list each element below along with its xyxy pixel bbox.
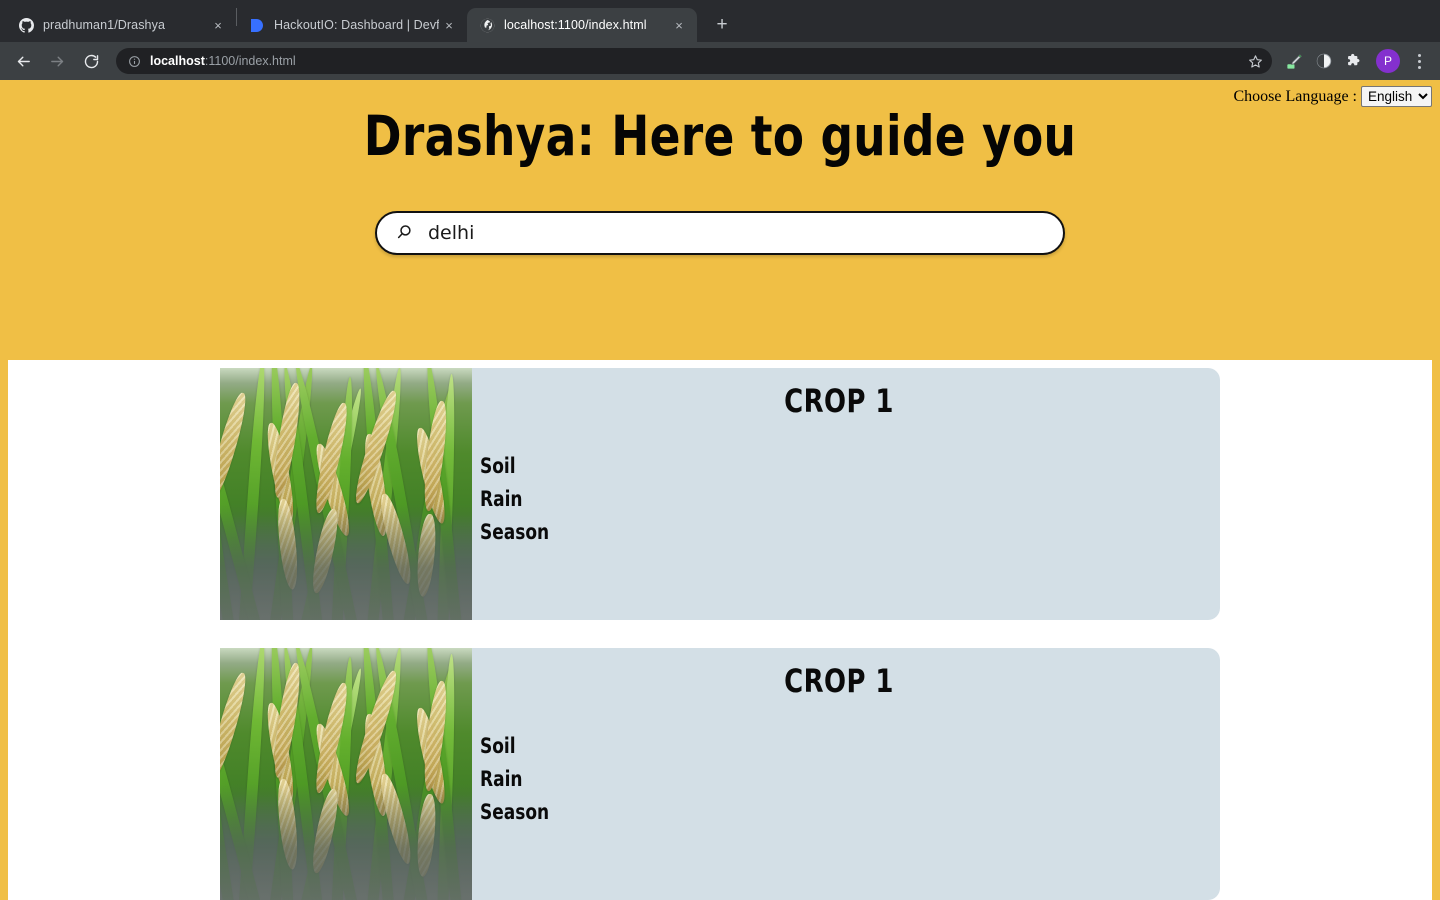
crop-attribute-list: Soil Rain Season xyxy=(478,450,1200,548)
search-icon xyxy=(395,223,414,242)
crop-image xyxy=(220,368,472,620)
crop-attribute-rain: Rain xyxy=(480,766,523,791)
hero-section: Choose Language : English Drashya: Here … xyxy=(0,80,1440,360)
tab-close-button[interactable]: × xyxy=(669,15,689,35)
puzzle-extensions-icon[interactable] xyxy=(1340,47,1368,75)
page-viewport: Choose Language : English Drashya: Here … xyxy=(0,80,1440,900)
crop-details: CROP 1 Soil Rain Season xyxy=(472,648,1220,900)
url-path: :1100/index.html xyxy=(204,54,296,68)
tab-github[interactable]: pradhuman1/Drashya × xyxy=(6,8,236,42)
info-circle-icon[interactable] xyxy=(128,55,141,68)
url-host: localhost xyxy=(150,54,205,68)
forward-button[interactable] xyxy=(42,46,72,76)
crop-details: CROP 1 Soil Rain Season xyxy=(472,368,1220,620)
search-input[interactable] xyxy=(428,221,1045,244)
tab-hackout[interactable]: HackoutIO: Dashboard | Devfol × xyxy=(237,8,467,42)
page-title: Drashya: Here to guide you xyxy=(363,104,1077,168)
address-bar-url: localhost:1100/index.html xyxy=(150,54,296,68)
reload-button[interactable] xyxy=(76,46,106,76)
crop-attribute-rain: Rain xyxy=(480,486,523,511)
crop-card[interactable]: CROP 1 Soil Rain Season xyxy=(220,368,1220,620)
crop-title: CROP 1 xyxy=(784,662,894,700)
paddy-rice-field-illustration xyxy=(220,648,472,900)
back-button[interactable] xyxy=(8,46,38,76)
tab-close-button[interactable]: × xyxy=(439,15,459,35)
bookmark-star-icon[interactable] xyxy=(1244,50,1266,72)
address-bar[interactable]: localhost:1100/index.html xyxy=(116,48,1272,74)
new-tab-button[interactable]: + xyxy=(705,10,739,40)
three-dot-menu-icon[interactable] xyxy=(1408,47,1430,75)
profile-avatar[interactable]: P xyxy=(1376,49,1400,73)
tab-title: pradhuman1/Drashya xyxy=(43,18,166,32)
crop-attribute-list: Soil Rain Season xyxy=(478,730,1200,828)
browser-toolbar: localhost:1100/index.html P xyxy=(0,42,1440,80)
extension-icons: P xyxy=(1280,47,1430,75)
browser-window: pradhuman1/Drashya × HackoutIO: Dashboar… xyxy=(0,0,1440,900)
globe-icon xyxy=(479,17,495,33)
tab-strip: pradhuman1/Drashya × HackoutIO: Dashboar… xyxy=(0,0,1440,42)
crop-image xyxy=(220,648,472,900)
results-section: CROP 1 Soil Rain Season CROP 1 Soil Rain… xyxy=(0,360,1440,900)
tab-localhost[interactable]: localhost:1100/index.html × xyxy=(467,8,697,42)
crop-card[interactable]: CROP 1 Soil Rain Season xyxy=(220,648,1220,900)
paddy-rice-field-illustration xyxy=(220,368,472,620)
tab-title: localhost:1100/index.html xyxy=(504,18,647,32)
dark-reader-extension-icon[interactable] xyxy=(1310,47,1338,75)
crop-attribute-soil: Soil xyxy=(480,454,516,478)
tab-title: HackoutIO: Dashboard | Devfol xyxy=(274,18,439,32)
crop-title: CROP 1 xyxy=(784,382,894,420)
tab-close-button[interactable]: × xyxy=(208,15,228,35)
github-icon xyxy=(18,17,34,33)
highlighter-extension-icon[interactable] xyxy=(1280,47,1308,75)
search-area xyxy=(0,210,1440,255)
search-box[interactable] xyxy=(375,210,1065,255)
crop-attribute-soil: Soil xyxy=(480,734,516,758)
crop-attribute-season: Season xyxy=(480,799,550,824)
crop-attribute-season: Season xyxy=(480,519,550,544)
devfolio-icon xyxy=(249,17,265,33)
results-list: CROP 1 Soil Rain Season CROP 1 Soil Rain… xyxy=(8,360,1432,900)
